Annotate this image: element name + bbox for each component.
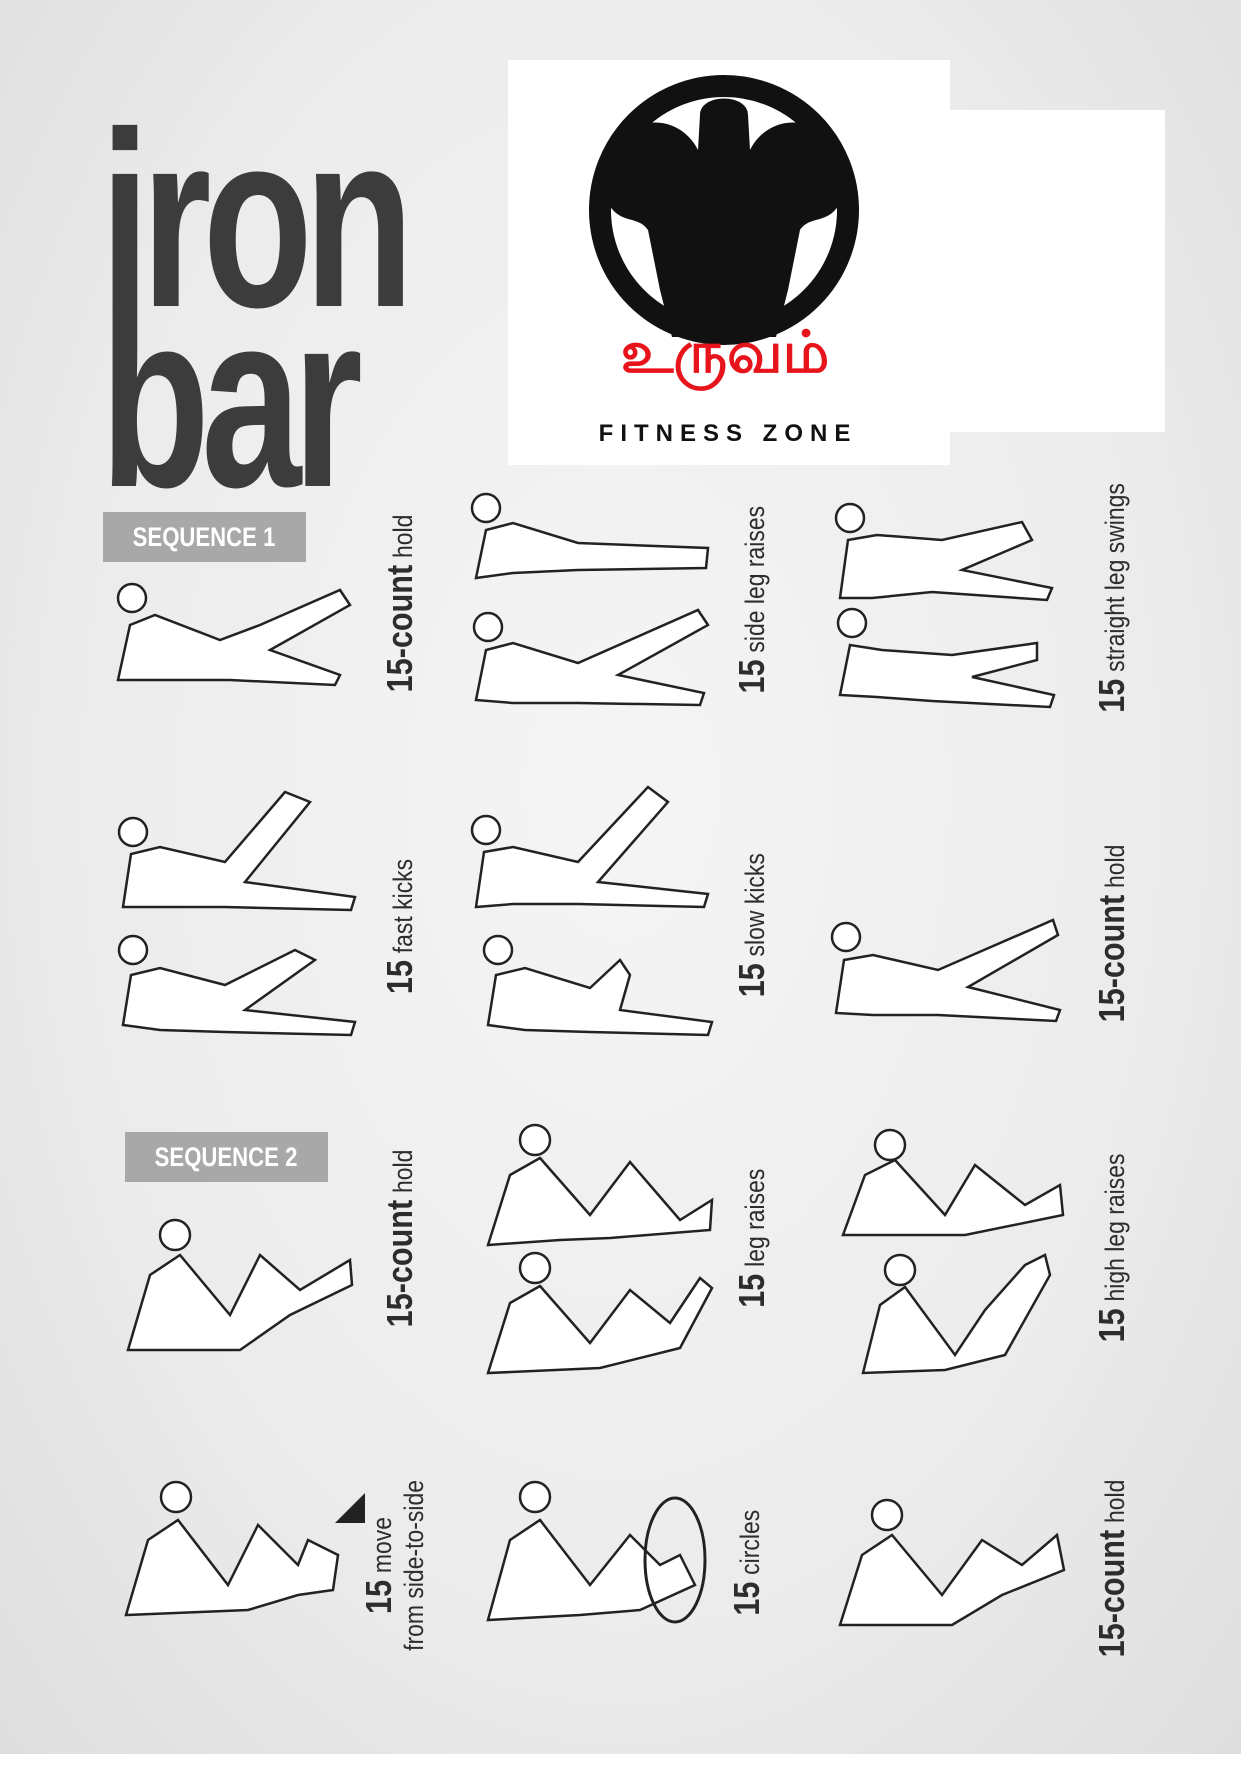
side-lying-figure [115,930,365,1040]
exercise-label-12: 15-count hold [1091,1479,1132,1657]
seated-figure [120,1215,360,1355]
side-lying-figure [468,488,718,588]
logo-subtitle: FITNESS ZONE [598,420,858,447]
workout-poster: iron bar உருவம் FITNESS ZONE SEQUENCE 1 … [0,0,1241,1754]
side-lying-figure [832,500,1062,610]
side-lying-figure [115,782,365,917]
side-lying-figure [110,570,360,690]
bodybuilder-emblem-icon [548,75,900,345]
seated-figure [480,1248,720,1378]
exercise-label-10: 15 move from side-to-side [358,1479,429,1651]
side-lying-figure [480,930,730,1040]
seated-figure [480,1120,720,1255]
logo-tamil-text: உருவம் [620,318,830,386]
sequence-1-badge: SEQUENCE 1 [103,512,306,562]
logo-background-extension [950,110,1165,432]
seated-figure [118,1475,358,1625]
title-line-bar: bar [100,260,363,539]
sequence-2-badge: SEQUENCE 2 [125,1132,328,1182]
seated-figure [832,1495,1072,1630]
side-lying-figure [832,605,1062,715]
side-lying-figure [468,782,718,917]
side-lying-figure [828,915,1068,1025]
seated-figure [835,1125,1075,1255]
side-lying-figure [468,605,718,710]
seated-figure [480,1475,720,1625]
arrow-up-icon [330,1488,370,1528]
exercise-label-11: 15 circles [726,1510,767,1616]
seated-figure [855,1245,1095,1375]
